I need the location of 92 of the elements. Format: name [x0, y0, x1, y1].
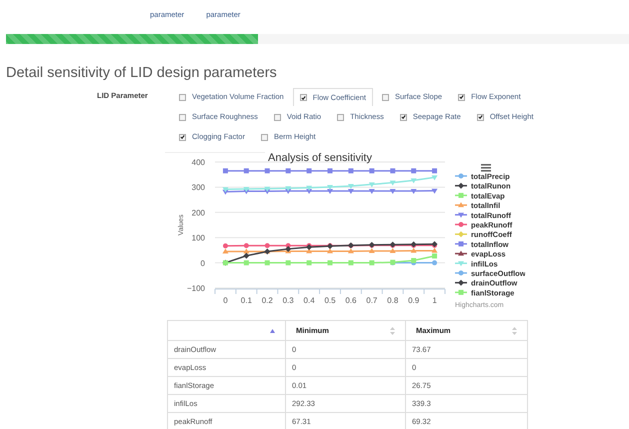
point: [411, 168, 416, 174]
x-axis-label: 0.8: [387, 296, 398, 305]
x-axis-label: 0.6: [345, 296, 356, 305]
point: [222, 243, 228, 248]
point: [432, 260, 438, 266]
y-axis-label: 100: [192, 234, 205, 243]
point: [432, 253, 438, 258]
checkbox[interactable]: [337, 114, 344, 120]
point: [264, 260, 270, 266]
point: [306, 260, 312, 266]
legend-symbol[interactable]: [455, 280, 467, 286]
point: [306, 186, 312, 191]
point: [368, 248, 375, 253]
point: [432, 188, 438, 194]
x-axis-label: 0.7: [366, 296, 378, 305]
point: [410, 188, 417, 194]
sort-icon: [512, 326, 517, 334]
legend-symbol[interactable]: [455, 182, 467, 189]
x-axis-label: 1: [432, 296, 437, 305]
point: [328, 168, 332, 174]
point: [244, 260, 249, 266]
section-heading: Detail sensitivity of LID design parameters: [6, 64, 278, 83]
point: [327, 188, 333, 194]
checkbox[interactable]: [179, 94, 186, 100]
point: [390, 188, 396, 194]
point: [222, 187, 228, 192]
point: [264, 168, 270, 174]
point: [243, 186, 250, 192]
checkbox[interactable]: [260, 134, 268, 140]
point: [390, 168, 396, 174]
point: [432, 175, 438, 180]
point: [264, 186, 270, 192]
checkmark-icon: [478, 114, 483, 120]
x-axis-label: 0.1: [240, 296, 252, 305]
x-axis-label: 0.3: [282, 296, 294, 305]
y-axis-label: 0: [200, 258, 205, 268]
point: [348, 188, 354, 194]
point: [390, 248, 396, 253]
point: [348, 184, 354, 189]
point: [222, 168, 228, 174]
x-axis-label: 0.2: [262, 296, 273, 305]
point: [348, 168, 354, 174]
x-axis-label: 0.4: [304, 296, 315, 305]
sort-up-icon: [270, 328, 275, 332]
checkbox[interactable]: [458, 94, 466, 100]
x-axis-label: 0: [223, 296, 228, 305]
point: [244, 243, 249, 248]
point: [432, 168, 438, 174]
checkbox[interactable]: [179, 134, 186, 140]
point: [328, 260, 332, 266]
point: [327, 184, 333, 190]
chart-title: Analysis of sensitivity: [268, 152, 372, 164]
x-axis-label: 0.9: [408, 296, 420, 305]
y-axis-label: 300: [192, 183, 205, 192]
checkbox[interactable]: [274, 114, 281, 120]
point: [285, 186, 292, 192]
point: [244, 168, 249, 174]
y-axis-label: 400: [192, 158, 205, 167]
point: [368, 182, 375, 188]
point: [286, 260, 291, 266]
point: [243, 252, 250, 259]
point: [410, 248, 417, 253]
point: [369, 168, 374, 174]
checkbox[interactable]: [476, 114, 484, 120]
legend-symbol[interactable]: [455, 250, 467, 256]
checkbox[interactable]: [179, 114, 186, 120]
sort-icon: [390, 326, 395, 334]
checkmark-icon: [459, 94, 464, 100]
point: [369, 260, 374, 266]
y-axis-label: −100: [186, 284, 205, 293]
checkmark-icon: [180, 134, 185, 140]
point: [390, 180, 396, 186]
point: [243, 248, 250, 254]
menu-icon[interactable]: [481, 164, 491, 172]
point: [264, 243, 270, 248]
point: [368, 188, 375, 194]
checkbox[interactable]: [300, 94, 307, 101]
x-axis-label: 0.5: [324, 296, 336, 305]
column-header[interactable]: [168, 320, 286, 340]
y-axis-label: 200: [192, 208, 205, 218]
point: [306, 168, 312, 174]
point: [286, 168, 291, 174]
point: [432, 248, 438, 253]
checkbox[interactable]: [382, 94, 389, 100]
point: [348, 260, 354, 266]
point: [348, 248, 354, 254]
checkbox[interactable]: [400, 114, 407, 120]
checkmark-icon: [300, 94, 306, 100]
checkmark-icon: [400, 114, 406, 120]
point: [410, 178, 417, 184]
point: [222, 248, 228, 254]
point: [285, 246, 292, 252]
